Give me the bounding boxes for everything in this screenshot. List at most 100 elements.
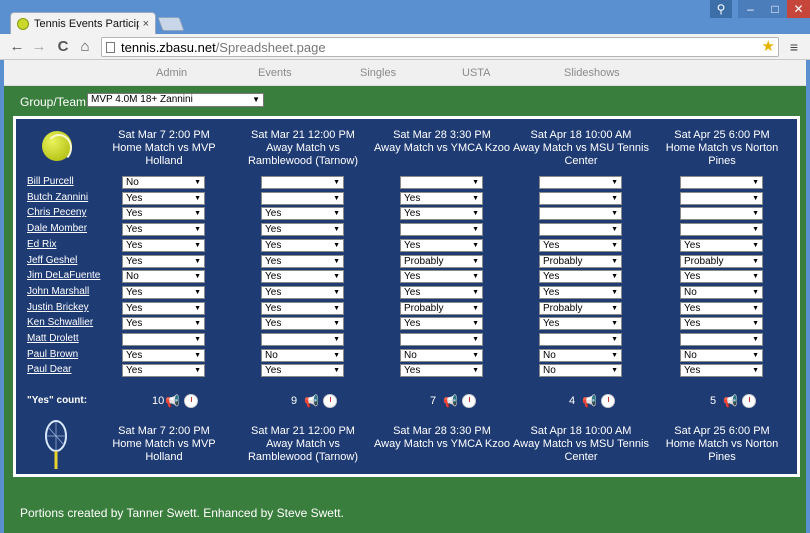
- response-select[interactable]: Yes ▼: [680, 317, 763, 330]
- player-link[interactable]: Paul Dear: [27, 364, 71, 375]
- response-select[interactable]: Probably ▼: [400, 255, 483, 268]
- response-select[interactable]: Yes ▼: [261, 286, 344, 299]
- megaphone-icon[interactable]: 📢: [165, 394, 180, 408]
- response-select[interactable]: Yes ▼: [122, 255, 205, 268]
- response-select[interactable]: ▼: [261, 192, 344, 205]
- response-select[interactable]: No ▼: [539, 349, 622, 362]
- response-select[interactable]: Yes ▼: [400, 317, 483, 330]
- nav-admin[interactable]: Admin: [156, 67, 187, 79]
- stopwatch-icon[interactable]: [462, 394, 476, 408]
- player-link[interactable]: Jeff Geshel: [27, 255, 77, 266]
- response-select[interactable]: ▼: [539, 207, 622, 220]
- new-tab-button[interactable]: [157, 17, 185, 31]
- response-select[interactable]: Yes ▼: [261, 302, 344, 315]
- reload-icon[interactable]: C: [54, 38, 72, 56]
- response-select[interactable]: Yes ▼: [261, 317, 344, 330]
- response-select[interactable]: Probably ▼: [400, 302, 483, 315]
- bookmark-star-icon[interactable]: ★: [762, 38, 775, 56]
- address-bar[interactable]: tennis.zbasu.net/Spreadsheet.page ★: [101, 37, 779, 57]
- response-select[interactable]: ▼: [539, 333, 622, 346]
- response-select[interactable]: Yes ▼: [261, 255, 344, 268]
- megaphone-icon[interactable]: 📢: [723, 394, 738, 408]
- browser-tab[interactable]: Tennis Events Participation ×: [10, 12, 156, 34]
- group-team-select[interactable]: MVP 4.0M 18+ Zannini ▼: [87, 93, 264, 107]
- response-select[interactable]: ▼: [680, 333, 763, 346]
- response-select[interactable]: Yes ▼: [261, 223, 344, 236]
- response-select[interactable]: Yes ▼: [680, 302, 763, 315]
- player-link[interactable]: Chris Peceny: [27, 207, 86, 218]
- response-select[interactable]: No ▼: [122, 176, 205, 189]
- response-select[interactable]: Yes ▼: [539, 270, 622, 283]
- back-arrow-icon[interactable]: ←: [8, 38, 26, 56]
- response-select[interactable]: ▼: [680, 176, 763, 189]
- stopwatch-icon[interactable]: [323, 394, 337, 408]
- response-select[interactable]: ▼: [680, 192, 763, 205]
- close-window-button[interactable]: ✕: [787, 0, 810, 18]
- response-select[interactable]: Yes ▼: [261, 239, 344, 252]
- nav-usta[interactable]: USTA: [462, 67, 491, 79]
- response-select[interactable]: No ▼: [400, 349, 483, 362]
- response-select[interactable]: Yes ▼: [539, 286, 622, 299]
- response-select[interactable]: Probably ▼: [539, 302, 622, 315]
- player-link[interactable]: Matt Drolett: [27, 333, 79, 344]
- response-select[interactable]: ▼: [539, 176, 622, 189]
- response-select[interactable]: Yes ▼: [400, 270, 483, 283]
- response-select[interactable]: No ▼: [680, 286, 763, 299]
- player-link[interactable]: John Marshall: [27, 286, 89, 297]
- player-link[interactable]: Paul Brown: [27, 349, 78, 360]
- tab-close-icon[interactable]: ×: [143, 18, 149, 30]
- nav-singles[interactable]: Singles: [360, 67, 396, 79]
- response-select[interactable]: Yes ▼: [122, 239, 205, 252]
- response-select[interactable]: ▼: [261, 176, 344, 189]
- player-link[interactable]: Jim DeLaFuente: [27, 270, 100, 281]
- user-icon[interactable]: ⚲: [710, 0, 732, 18]
- response-select[interactable]: ▼: [261, 333, 344, 346]
- response-select[interactable]: ▼: [539, 223, 622, 236]
- player-link[interactable]: Dale Momber: [27, 223, 87, 234]
- nav-events[interactable]: Events: [258, 67, 292, 79]
- nav-slideshows[interactable]: Slideshows: [564, 67, 620, 79]
- megaphone-icon[interactable]: 📢: [582, 394, 597, 408]
- response-select[interactable]: No ▼: [680, 349, 763, 362]
- response-select[interactable]: ▼: [400, 333, 483, 346]
- response-select[interactable]: Yes ▼: [122, 286, 205, 299]
- megaphone-icon[interactable]: 📢: [304, 394, 319, 408]
- player-link[interactable]: Justin Brickey: [27, 302, 89, 313]
- response-select[interactable]: Yes ▼: [539, 239, 622, 252]
- response-select[interactable]: Yes ▼: [539, 317, 622, 330]
- response-select[interactable]: Yes ▼: [400, 192, 483, 205]
- stopwatch-icon[interactable]: [184, 394, 198, 408]
- response-select[interactable]: Yes ▼: [400, 207, 483, 220]
- response-select[interactable]: Yes ▼: [122, 207, 205, 220]
- response-select[interactable]: Yes ▼: [680, 270, 763, 283]
- response-select[interactable]: No ▼: [122, 270, 205, 283]
- response-select[interactable]: Yes ▼: [261, 270, 344, 283]
- response-select[interactable]: Yes ▼: [261, 364, 344, 377]
- megaphone-icon[interactable]: 📢: [443, 394, 458, 408]
- response-select[interactable]: Yes ▼: [261, 207, 344, 220]
- response-select[interactable]: ▼: [539, 192, 622, 205]
- player-link[interactable]: Butch Zannini: [27, 192, 88, 203]
- response-select[interactable]: Yes ▼: [122, 317, 205, 330]
- response-select[interactable]: Yes ▼: [122, 223, 205, 236]
- response-select[interactable]: ▼: [680, 223, 763, 236]
- maximize-button[interactable]: □: [763, 0, 787, 18]
- player-link[interactable]: Bill Purcell: [27, 176, 74, 187]
- response-select[interactable]: ▼: [122, 333, 205, 346]
- forward-arrow-icon[interactable]: →: [30, 38, 48, 56]
- response-select[interactable]: Yes ▼: [400, 286, 483, 299]
- response-select[interactable]: Yes ▼: [400, 239, 483, 252]
- response-select[interactable]: No ▼: [539, 364, 622, 377]
- response-select[interactable]: ▼: [400, 223, 483, 236]
- response-select[interactable]: Probably ▼: [539, 255, 622, 268]
- player-link[interactable]: Ed Rix: [27, 239, 56, 250]
- response-select[interactable]: ▼: [400, 176, 483, 189]
- response-select[interactable]: Yes ▼: [122, 192, 205, 205]
- response-select[interactable]: ▼: [680, 207, 763, 220]
- response-select[interactable]: Yes ▼: [122, 364, 205, 377]
- response-select[interactable]: Yes ▼: [122, 349, 205, 362]
- stopwatch-icon[interactable]: [742, 394, 756, 408]
- response-select[interactable]: Probably ▼: [680, 255, 763, 268]
- response-select[interactable]: Yes ▼: [680, 239, 763, 252]
- stopwatch-icon[interactable]: [601, 394, 615, 408]
